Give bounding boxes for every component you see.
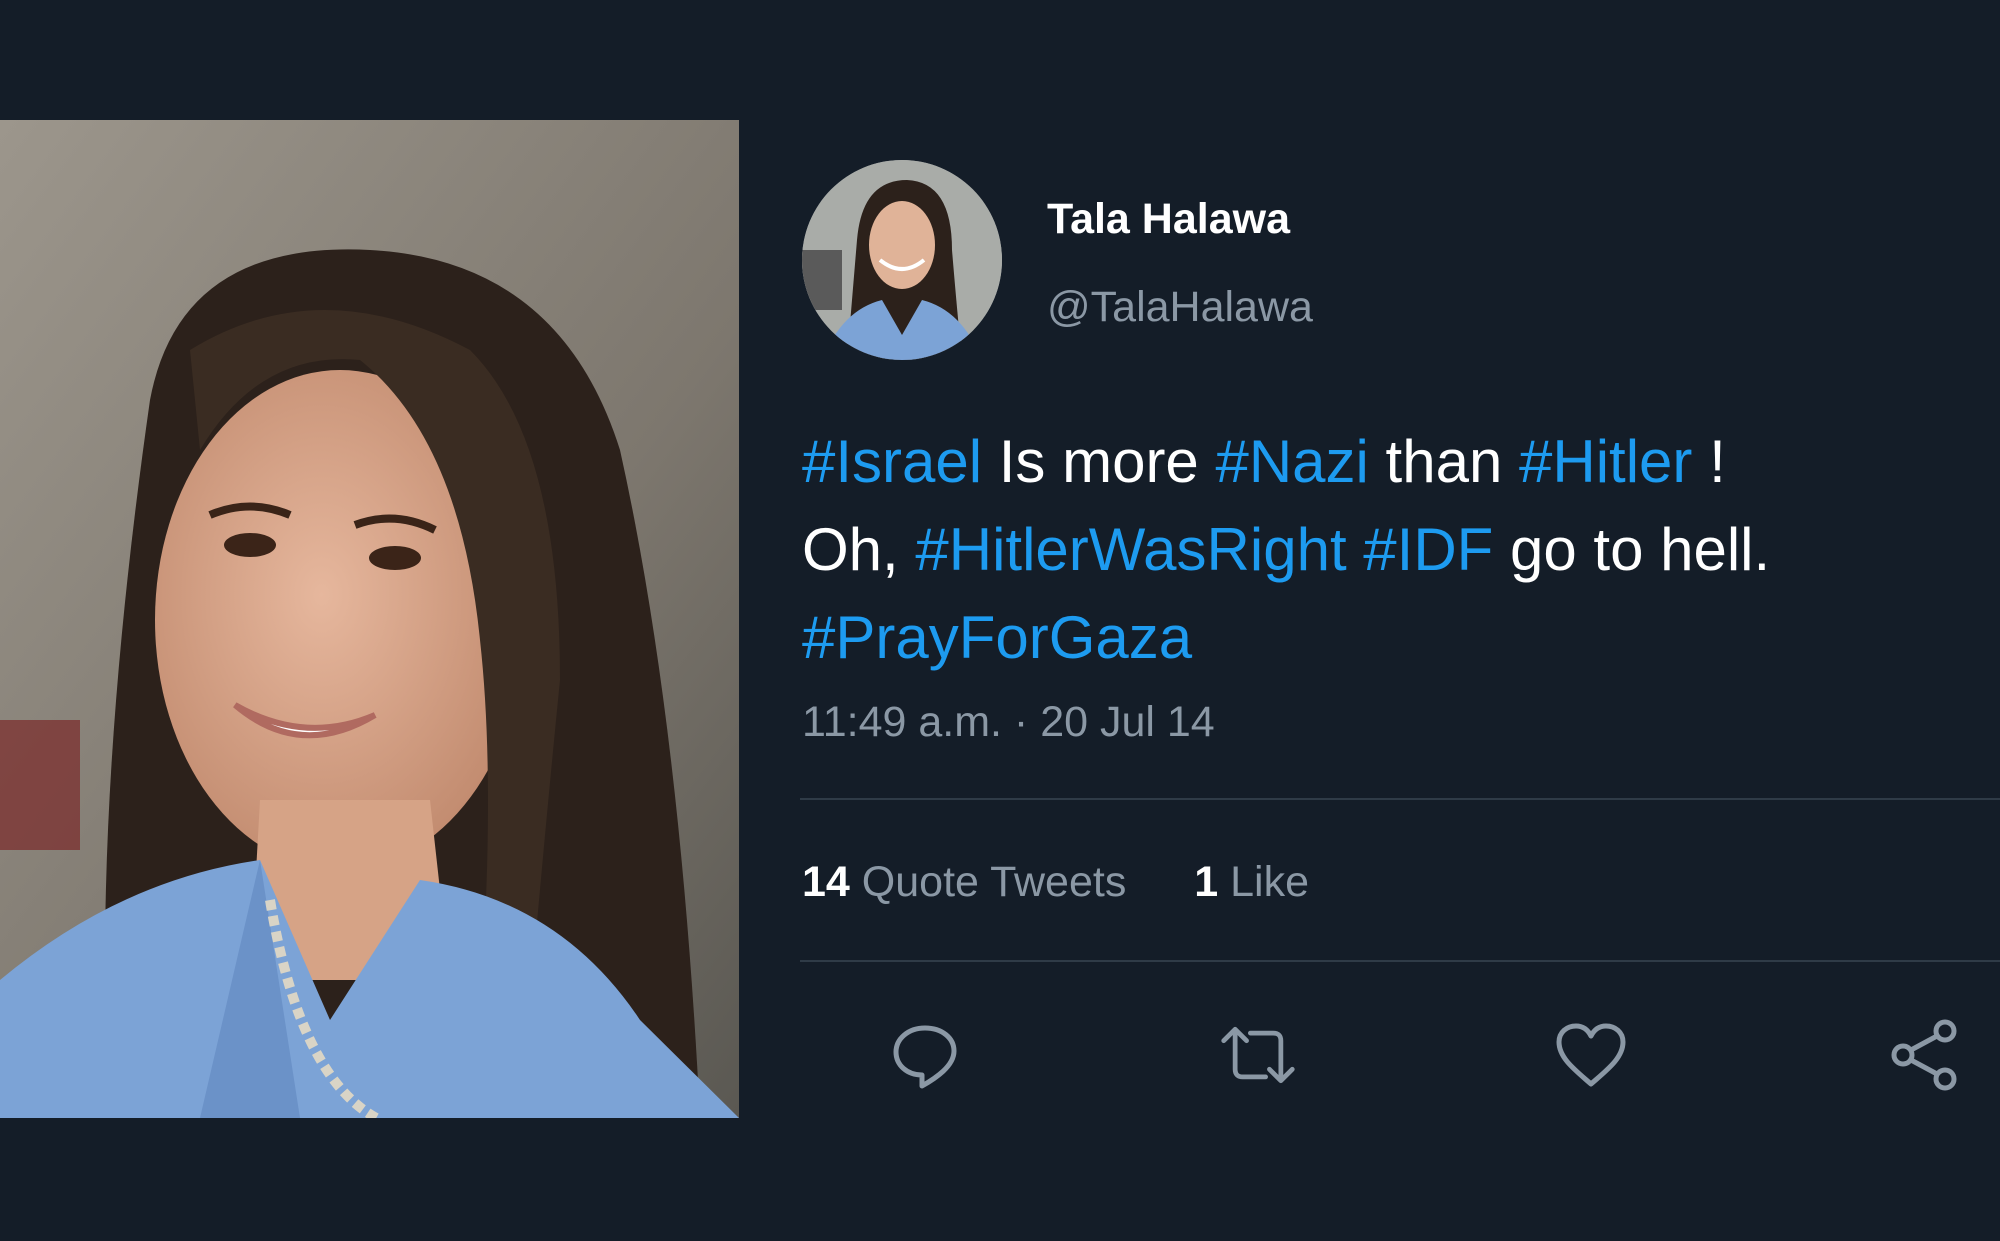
tweet-actions: [800, 1015, 2000, 1105]
quote-tweets-count: 14: [802, 858, 850, 906]
user-handle[interactable]: @TalaHalawa: [1047, 283, 1313, 332]
tweet-timestamp[interactable]: 11:49 a.m. · 20 Jul 14: [802, 698, 1215, 747]
hashtag-link[interactable]: #Hitler: [1519, 428, 1692, 495]
retweet-button[interactable]: [1218, 1015, 1298, 1095]
likes-count: 1: [1194, 858, 1219, 906]
tweet-text-fragment: go to hell.: [1493, 516, 1771, 583]
tweet-stats: 14 Quote Tweets 1 Like: [802, 858, 1309, 907]
display-name[interactable]: Tala Halawa: [1047, 195, 1290, 244]
tweet-text-fragment: !: [1692, 428, 1726, 495]
hashtag-link[interactable]: #Israel: [802, 428, 982, 495]
quote-tweets-stat[interactable]: 14 Quote Tweets: [802, 858, 1138, 906]
avatar[interactable]: [802, 160, 1002, 360]
divider: [800, 960, 2000, 962]
retweet-icon: [1221, 1026, 1295, 1084]
tweet-text: #Israel Is more #Nazi than #Hitler ! Oh,…: [802, 418, 1982, 682]
tweet-text-line-1: #Israel Is more #Nazi than #Hitler !: [802, 418, 1982, 506]
likes-label: Like: [1230, 858, 1309, 906]
reply-button[interactable]: [885, 1015, 965, 1095]
hashtag-link[interactable]: #IDF: [1363, 516, 1493, 583]
tweet-text-fragment: than: [1368, 428, 1520, 495]
screenshot-page: Tala Halawa @TalaHalawa #Israel Is more …: [0, 0, 2000, 1241]
tweet-text-fragment: [1347, 516, 1364, 583]
tweet-text-fragment: Is more: [982, 428, 1216, 495]
heart-icon: [1556, 1023, 1626, 1087]
hashtag-link[interactable]: #Nazi: [1215, 428, 1368, 495]
reply-icon: [893, 1025, 957, 1089]
tweet-text-line-3: #PrayForGaza: [802, 594, 1982, 682]
hashtag-link[interactable]: #PrayForGaza: [802, 604, 1192, 671]
hashtag-link[interactable]: #HitlerWasRight: [915, 516, 1346, 583]
share-icon: [1891, 1019, 1957, 1091]
likes-stat[interactable]: 1 Like: [1194, 858, 1309, 906]
share-button[interactable]: [1885, 1015, 1965, 1095]
quote-tweets-label: Quote Tweets: [861, 858, 1127, 906]
profile-photo-large: [0, 120, 739, 1118]
tweet-text-fragment: Oh,: [802, 516, 916, 583]
divider: [800, 798, 2000, 800]
tweet-text-line-2: Oh, #HitlerWasRight #IDF go to hell.: [802, 506, 1982, 594]
like-button[interactable]: [1551, 1015, 1631, 1095]
